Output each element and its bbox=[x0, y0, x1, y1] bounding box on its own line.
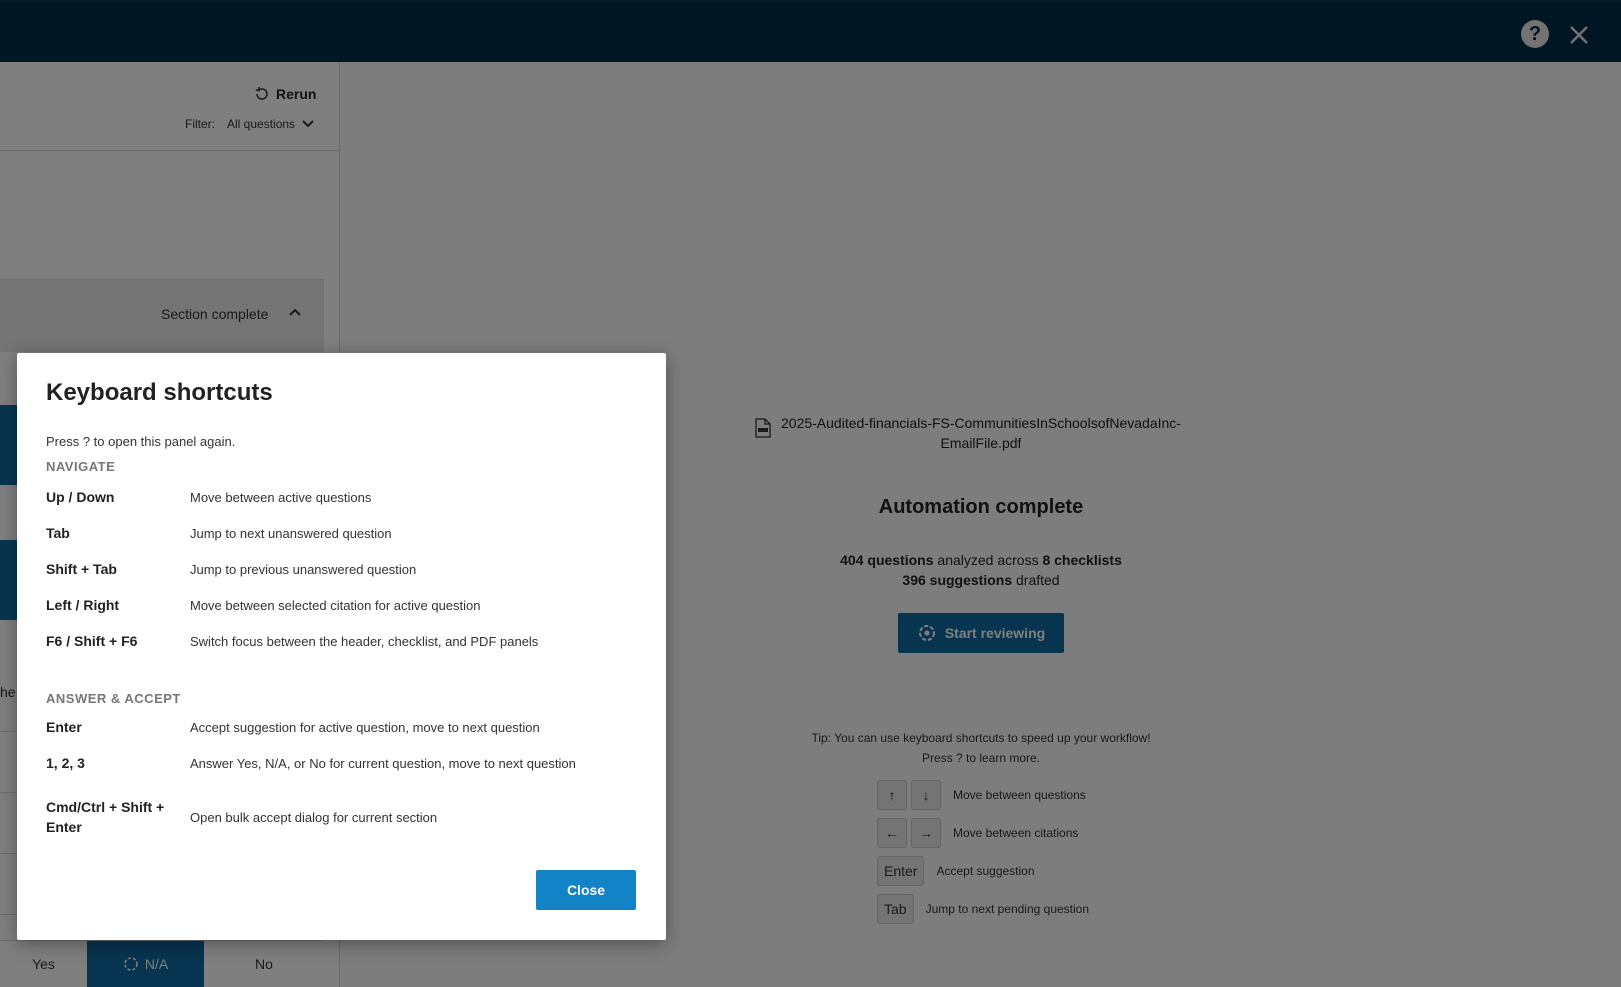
keyboard-shortcuts-dialog: Keyboard shortcuts Press ? to open this … bbox=[17, 353, 666, 940]
shortcut-desc: Switch focus between the header, checkli… bbox=[190, 633, 539, 649]
shortcut-key: Shift + Tab bbox=[46, 561, 117, 577]
answer-accept-heading: ANSWER & ACCEPT bbox=[46, 691, 181, 706]
shortcut-key: Left / Right bbox=[46, 597, 120, 613]
shortcut-row: F6 / Shift + F6 Switch focus between the… bbox=[46, 631, 636, 651]
shortcut-row: Left / Right Move between selected citat… bbox=[46, 595, 636, 615]
shortcut-key: F6 / Shift + F6 bbox=[46, 633, 138, 649]
close-button[interactable]: Close bbox=[536, 870, 636, 910]
shortcut-row: Tab Jump to next unanswered question bbox=[46, 523, 636, 543]
shortcut-desc: Open bulk accept dialog for current sect… bbox=[190, 809, 438, 825]
shortcut-row: 1, 2, 3 Answer Yes, N/A, or No for curre… bbox=[46, 753, 636, 773]
shortcut-desc: Jump to previous unanswered question bbox=[190, 561, 417, 577]
shortcut-key: Up / Down bbox=[46, 489, 115, 505]
shortcut-desc: Accept suggestion for active question, m… bbox=[190, 719, 540, 735]
dialog-title: Keyboard shortcuts bbox=[46, 379, 273, 406]
shortcut-desc: Move between active questions bbox=[190, 489, 372, 505]
dialog-subtitle: Press ? to open this panel again. bbox=[46, 434, 236, 449]
shortcut-row: Cmd/Ctrl + Shift + Enter Open bulk accep… bbox=[46, 797, 636, 837]
shortcut-key: Cmd/Ctrl + Shift + Enter bbox=[46, 799, 165, 835]
shortcut-desc: Move between selected citation for activ… bbox=[190, 597, 481, 613]
navigate-heading: NAVIGATE bbox=[46, 459, 116, 474]
shortcut-row: Shift + Tab Jump to previous unanswered … bbox=[46, 559, 636, 579]
shortcut-key: 1, 2, 3 bbox=[46, 755, 85, 771]
shortcut-key: Enter bbox=[46, 719, 82, 735]
shortcut-row: Enter Accept suggestion for active quest… bbox=[46, 717, 636, 737]
shortcut-desc: Answer Yes, N/A, or No for current quest… bbox=[190, 755, 576, 771]
shortcut-desc: Jump to next unanswered question bbox=[190, 525, 392, 541]
shortcut-key: Tab bbox=[46, 525, 70, 541]
shortcut-row: Up / Down Move between active questions bbox=[46, 487, 636, 507]
